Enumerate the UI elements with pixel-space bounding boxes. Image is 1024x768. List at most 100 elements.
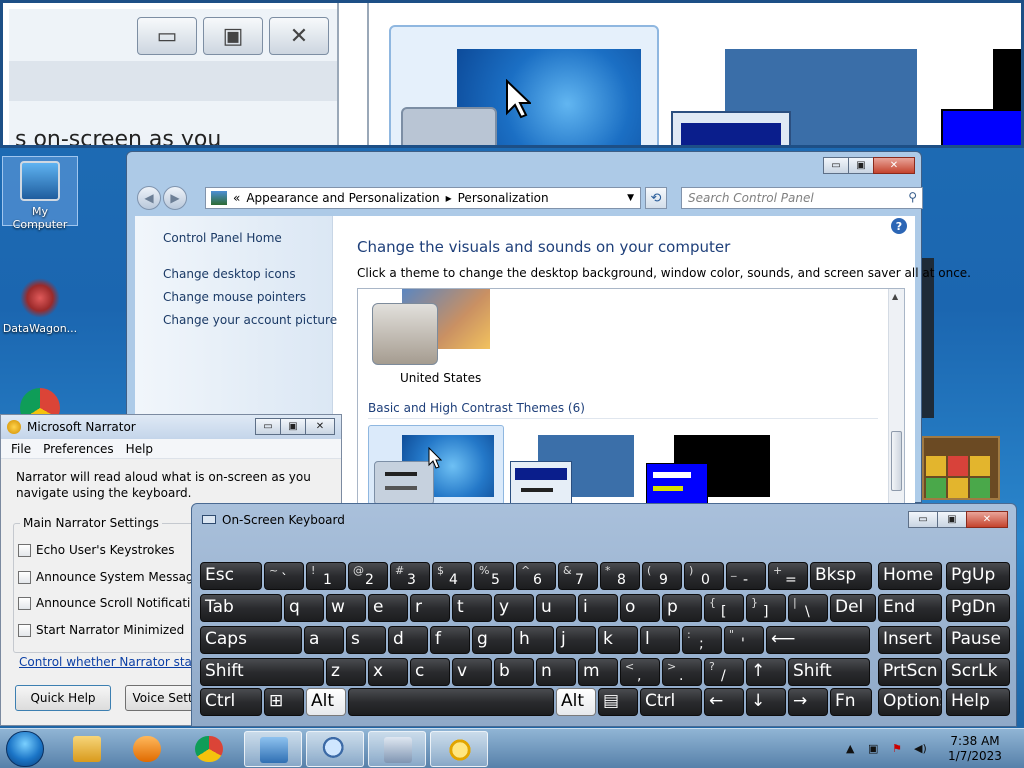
key-f[interactable]: f (430, 626, 470, 654)
key-options[interactable]: Options (878, 688, 942, 716)
key-1[interactable]: ! 1 (306, 562, 346, 590)
breadcrumb-separator-icon[interactable]: ▸ (446, 191, 452, 205)
action-center-icon[interactable]: ⚑ (892, 742, 906, 755)
taskbar-chrome[interactable] (180, 731, 238, 767)
key-j[interactable]: j (556, 626, 596, 654)
menu-key[interactable]: ▤ (598, 688, 638, 716)
key-shift[interactable]: Shift (788, 658, 870, 686)
key-;[interactable]: :; (682, 626, 722, 654)
key-g[interactable]: g (472, 626, 512, 654)
back-button[interactable]: ◀ (137, 186, 161, 210)
key-home[interactable]: Home (878, 562, 942, 590)
key-i[interactable]: i (578, 594, 618, 622)
maximize-button[interactable]: ▣ (848, 157, 874, 174)
scroll-up-icon[interactable]: ▲ (892, 292, 898, 301)
key-ctrl[interactable]: Ctrl (640, 688, 702, 716)
key-ctrl[interactable]: Ctrl (200, 688, 262, 716)
key-tab[interactable]: Tab (200, 594, 282, 622)
search-input[interactable]: Search Control Panel ⚲ (681, 187, 923, 209)
network-icon[interactable]: ▣ (868, 742, 882, 755)
key-t[interactable]: t (452, 594, 492, 622)
key-shift[interactable]: Shift (200, 658, 324, 686)
maximize-button[interactable]: ▣ (937, 511, 967, 528)
key-bksp[interactable]: Bksp (810, 562, 872, 590)
enter-key[interactable]: ⟵ (766, 626, 870, 654)
show-hidden-icons-icon[interactable]: ▲ (846, 742, 860, 755)
key-d[interactable]: d (388, 626, 428, 654)
key-c[interactable]: c (410, 658, 450, 686)
search-icon[interactable]: ⚲ (908, 190, 917, 204)
windows-key[interactable]: ⊞ (264, 688, 304, 716)
breadcrumb-prefix[interactable]: « (233, 191, 240, 205)
key-[[interactable]: {[ (704, 594, 744, 622)
key-alt[interactable]: Alt (556, 688, 596, 716)
key-caps[interactable]: Caps (200, 626, 302, 654)
maximize-button[interactable]: ▣ (280, 418, 306, 435)
key-3[interactable]: #3 (390, 562, 430, 590)
sidebar-link-home[interactable]: Control Panel Home (163, 231, 282, 245)
key-q[interactable]: q (284, 594, 324, 622)
key-h[interactable]: h (514, 626, 554, 654)
key-z[interactable]: z (326, 658, 366, 686)
key-8[interactable]: * 8 (600, 562, 640, 590)
taskbar-explorer[interactable] (58, 731, 116, 767)
forward-button[interactable]: ▶ (163, 186, 187, 210)
key-insert[interactable]: Insert (878, 626, 942, 654)
key-v[interactable]: v (452, 658, 492, 686)
breadcrumb-appearance[interactable]: Appearance and Personalization (246, 191, 439, 205)
key-.[interactable]: >. (662, 658, 702, 686)
sidebar-link-desktop-icons[interactable]: Change desktop icons (163, 267, 296, 281)
key-`[interactable]: ~ ` (264, 562, 304, 590)
key-o[interactable]: o (620, 594, 660, 622)
key-w[interactable]: w (326, 594, 366, 622)
breadcrumb-personalization[interactable]: Personalization (458, 191, 549, 205)
taskbar-control-panel[interactable] (244, 731, 302, 767)
key-2[interactable]: @2 (348, 562, 388, 590)
menu-file[interactable]: File (1, 439, 31, 458)
key-r[interactable]: r (410, 594, 450, 622)
scroll-thumb[interactable] (891, 431, 902, 491)
key-end[interactable]: End (878, 594, 942, 622)
key-,[interactable]: <, (620, 658, 660, 686)
menu-preferences[interactable]: Preferences (33, 439, 114, 458)
taskbar-media-player[interactable] (118, 731, 176, 767)
desktop-icon-my-computer[interactable]: My Computer (2, 156, 78, 231)
key-9[interactable]: (9 (642, 562, 682, 590)
key-pgup[interactable]: PgUp (946, 562, 1010, 590)
desktop-icon-datawagon[interactable]: DataWagon... (2, 274, 78, 340)
sidebar-link-account-picture[interactable]: Change your account picture (163, 313, 337, 327)
desktop-icon-chrome[interactable] (2, 384, 78, 428)
key-alt[interactable]: Alt (306, 688, 346, 716)
key-pgdn[interactable]: PgDn (946, 594, 1010, 622)
key-b[interactable]: b (494, 658, 534, 686)
key-7[interactable]: & 7 (558, 562, 598, 590)
key-p[interactable]: p (662, 594, 702, 622)
key-6[interactable]: ^ 6 (516, 562, 556, 590)
key-del[interactable]: Del (830, 594, 876, 622)
theme-list-scrollbar[interactable]: ▲ (888, 289, 904, 503)
key-fn[interactable]: Fn (830, 688, 872, 716)
address-bar[interactable]: « Appearance and Personalization ▸ Perso… (205, 187, 641, 209)
key-pause[interactable]: Pause (946, 626, 1010, 654)
key-4[interactable]: $4 (432, 562, 472, 590)
quick-help-button[interactable]: Quick Help (15, 685, 111, 711)
volume-icon[interactable]: ◀) (914, 742, 928, 755)
close-button[interactable]: ✕ (305, 418, 335, 435)
key-l[interactable]: l (640, 626, 680, 654)
checkbox-echo-keystrokes[interactable]: Echo User's Keystrokes (18, 543, 175, 557)
refresh-button[interactable]: ⟲ (645, 187, 667, 209)
key--[interactable]: _ - (726, 562, 766, 590)
up-arrow-key[interactable]: ↑ (746, 658, 786, 686)
key-\[interactable]: | \ (788, 594, 828, 622)
key-a[interactable]: a (304, 626, 344, 654)
start-button[interactable] (6, 731, 44, 767)
close-button[interactable]: ✕ (873, 157, 915, 174)
key-'[interactable]: " ' (724, 626, 764, 654)
key-prtscn[interactable]: PrtScn (878, 658, 942, 686)
key-help[interactable]: Help (946, 688, 1010, 716)
key-k[interactable]: k (598, 626, 638, 654)
key-/[interactable]: ? / (704, 658, 744, 686)
key-y[interactable]: y (494, 594, 534, 622)
key-u[interactable]: u (536, 594, 576, 622)
left-arrow-key[interactable]: ← (704, 688, 744, 716)
